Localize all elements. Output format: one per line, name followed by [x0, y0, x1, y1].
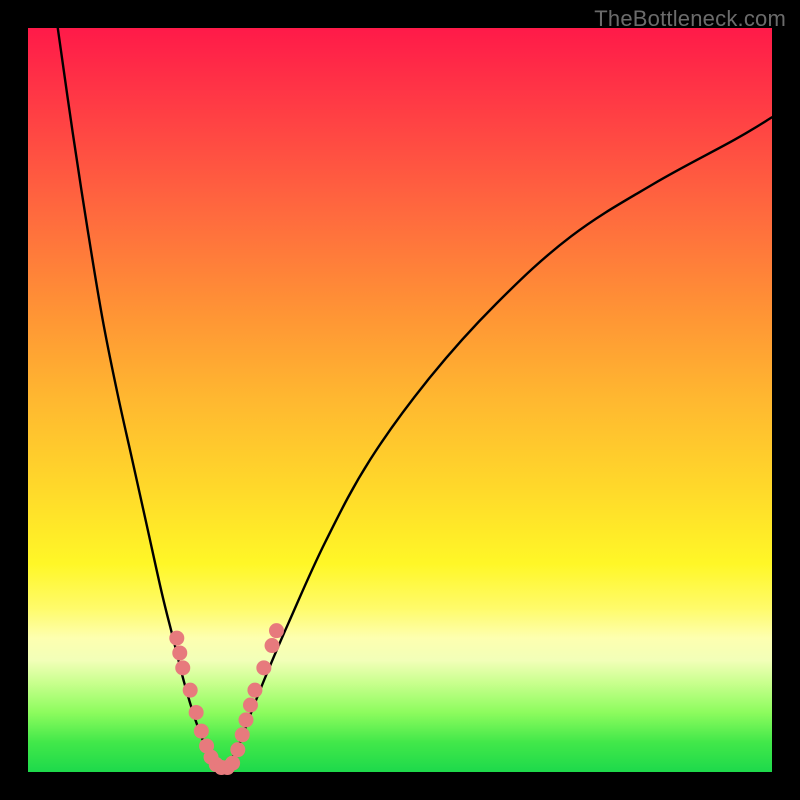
data-marker	[225, 756, 240, 771]
data-marker	[194, 724, 209, 739]
curve-group	[58, 28, 772, 769]
data-marker	[189, 705, 204, 720]
plot-area	[28, 28, 772, 772]
data-marker	[238, 712, 253, 727]
bottleneck-curve	[58, 28, 772, 769]
data-marker	[235, 727, 250, 742]
data-marker	[169, 631, 184, 646]
outer-frame: TheBottleneck.com	[0, 0, 800, 800]
marker-group	[169, 623, 284, 775]
data-marker	[256, 660, 271, 675]
bottleneck-curve-svg	[28, 28, 772, 772]
data-marker	[269, 623, 284, 638]
data-marker	[247, 683, 262, 698]
data-marker	[265, 638, 280, 653]
watermark-text: TheBottleneck.com	[594, 6, 786, 32]
data-marker	[172, 645, 187, 660]
data-marker	[243, 698, 258, 713]
data-marker	[183, 683, 198, 698]
data-marker	[175, 660, 190, 675]
data-marker	[230, 742, 245, 757]
